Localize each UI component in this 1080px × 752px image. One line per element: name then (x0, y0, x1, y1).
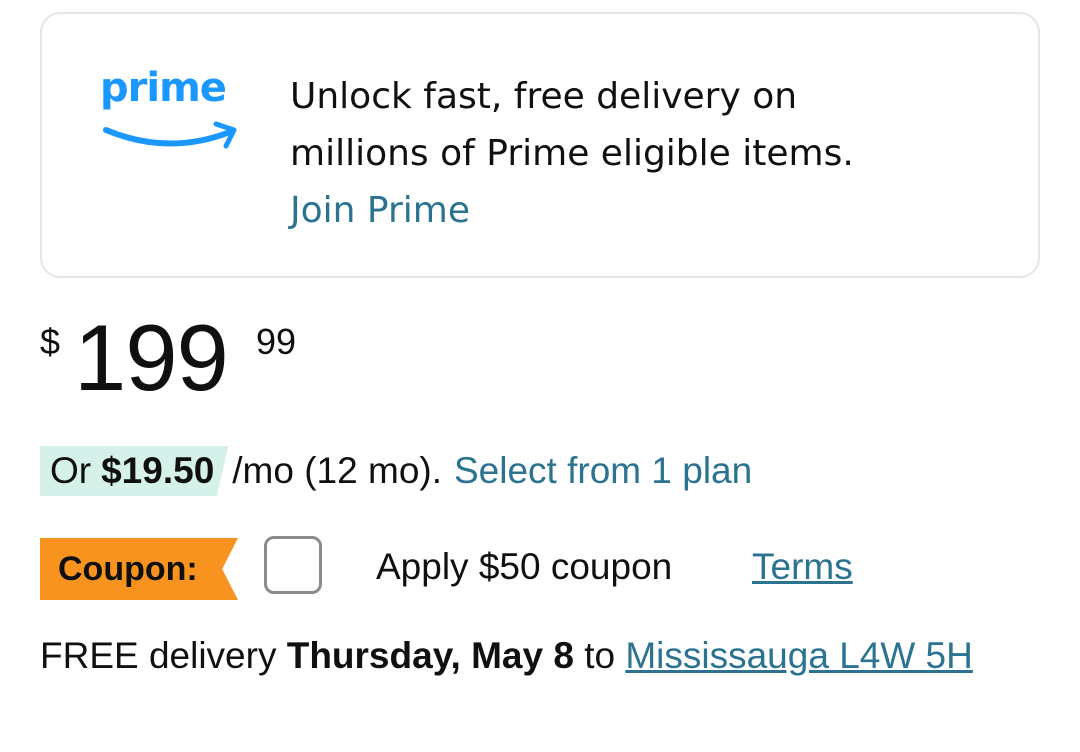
prime-logo-wordmark: prime (100, 65, 227, 111)
select-plan-link[interactable]: Select from 1 plan (454, 450, 752, 492)
prime-logo: prime (100, 64, 250, 174)
monthly-or-label: Or (50, 450, 92, 491)
join-prime-link[interactable]: Join Prime (290, 182, 470, 239)
monthly-amount: $19.50 (101, 450, 215, 491)
monthly-payment-offer: Or $19.50 /mo (12 mo). Select from 1 pla… (40, 446, 752, 496)
price-whole: 199 (74, 305, 229, 410)
price-currency-symbol: $ (40, 321, 61, 362)
monthly-term: /mo (12 mo). (232, 450, 442, 491)
prime-banner-text: Unlock fast, free delivery on millions o… (290, 68, 1010, 239)
prime-smile-arrow-icon (103, 121, 237, 149)
delivery-info: FREE delivery Thursday, May 8 to Mississ… (40, 628, 1030, 684)
coupon-badge-label: Coupon: (58, 549, 198, 588)
prime-banner-line-2: millions of Prime eligible items. (290, 133, 854, 174)
prime-banner-line-1: Unlock fast, free delivery on (290, 76, 798, 117)
price-fraction: 99 (256, 321, 297, 362)
coupon-row: Coupon: Apply $50 coupon Terms (40, 536, 1040, 600)
delivery-date: Thursday, May 8 (286, 635, 574, 676)
prime-banner: prime Unlock fast, free delivery on mill… (40, 12, 1040, 278)
apply-coupon-label: Apply $50 coupon (376, 546, 673, 587)
monthly-payment-highlight: Or $19.50 (40, 446, 229, 496)
coupon-badge: Coupon: (40, 538, 238, 600)
apply-coupon-checkbox[interactable] (264, 536, 322, 594)
delivery-location-link[interactable]: Mississauga L4W 5H (625, 635, 973, 676)
coupon-terms-link[interactable]: Terms (752, 542, 853, 592)
delivery-to-word: to (584, 635, 616, 676)
delivery-prefix: FREE delivery (40, 635, 277, 676)
